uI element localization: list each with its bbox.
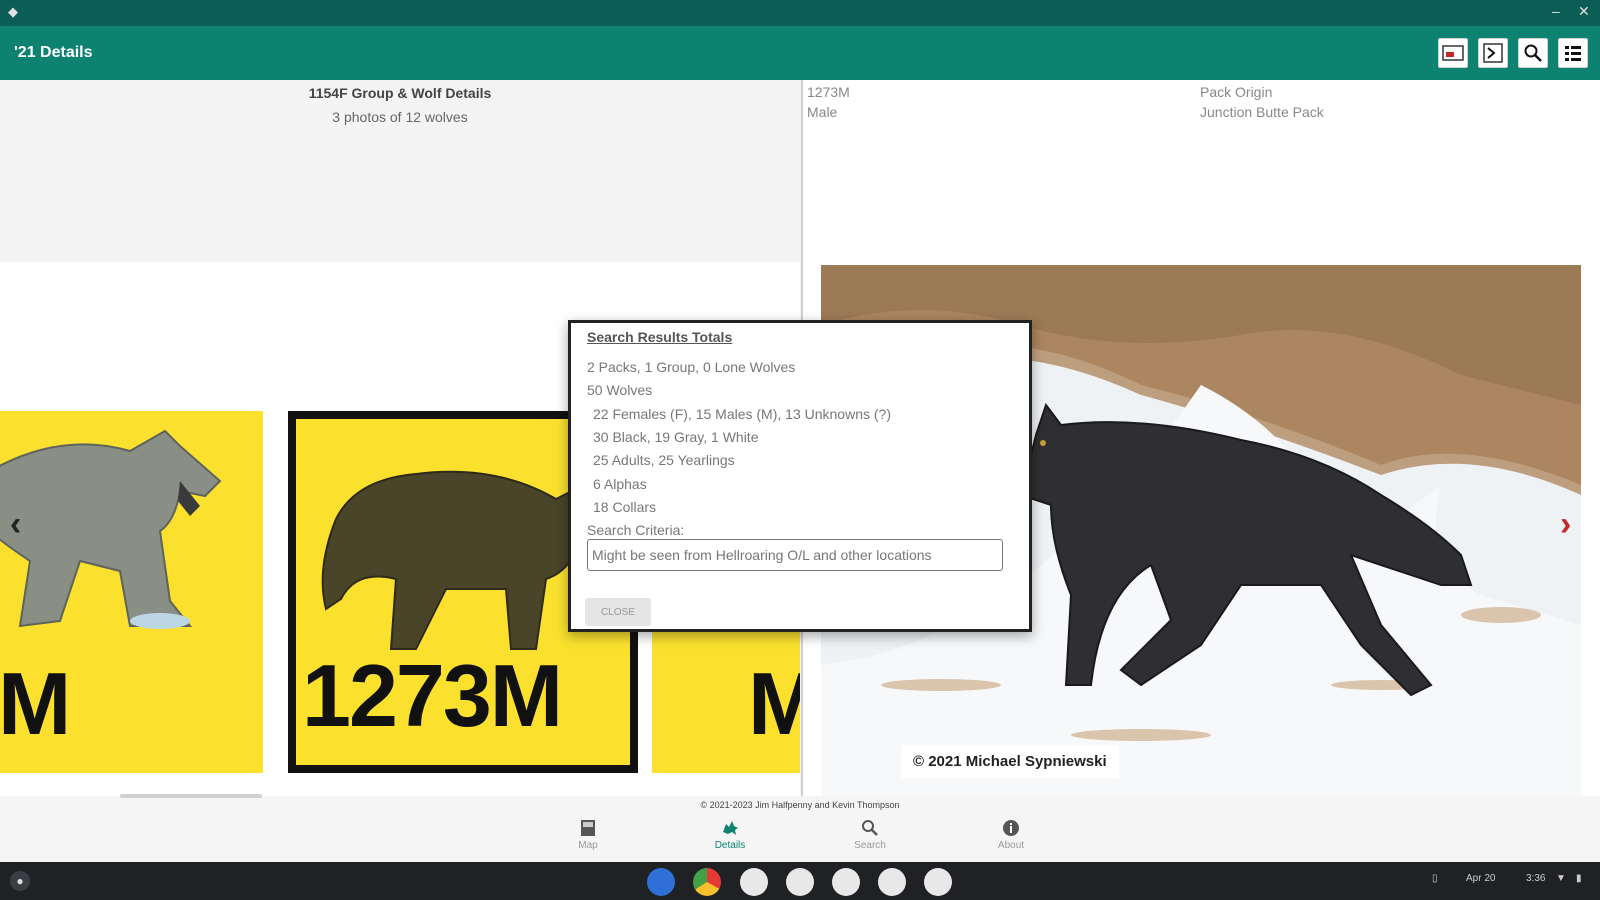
close-window-button[interactable]: ✕ (1578, 3, 1590, 20)
wifi-icon[interactable]: ▼ (1556, 873, 1566, 884)
nav-search-label: Search (854, 840, 886, 851)
window-back-icon[interactable]: ◆ (8, 4, 18, 20)
photo-credit: © 2021 Michael Sypniewski (901, 745, 1119, 778)
result-line: 2 Packs, 1 Group, 0 Lone Wolves (587, 359, 796, 375)
terminal-icon (1483, 43, 1503, 63)
map-pin-button[interactable] (1438, 38, 1468, 68)
carousel-scrollbar[interactable] (120, 794, 262, 798)
group-title: 1154F Group & Wolf Details (308, 85, 492, 101)
nav-search[interactable]: Search (825, 818, 915, 851)
app-icon[interactable] (878, 868, 906, 896)
nav-map-label: Map (578, 840, 598, 851)
map-pin-icon (1442, 45, 1464, 61)
nav-details[interactable]: Details (685, 818, 775, 851)
pack-origin-value: Junction Butte Pack (1200, 104, 1324, 120)
window-title-bar: ◆ – ✕ (0, 0, 1600, 26)
chrome-icon[interactable] (693, 868, 721, 896)
list-icon (1565, 46, 1581, 61)
pack-origin-label: Pack Origin (1200, 84, 1273, 100)
app-window: ◆ – ✕ '21 Details 1154F Group & Wolf Det… (0, 0, 1600, 900)
nav-map[interactable]: Map (543, 818, 633, 851)
tablet-icon[interactable]: ▯ (1432, 873, 1438, 884)
next-arrow-icon[interactable]: › (1560, 505, 1571, 544)
result-line: 30 Black, 19 Gray, 1 White (593, 429, 759, 445)
map-icon (581, 820, 595, 836)
terminal-button[interactable] (1478, 38, 1508, 68)
previous-arrow-icon[interactable]: ‹ (10, 505, 21, 544)
wolf-icon (723, 821, 738, 835)
wolf-card[interactable]: M (0, 411, 263, 773)
wolf-card-label: M (748, 654, 800, 753)
gray-wolf-image (0, 429, 222, 629)
list-button[interactable] (1558, 38, 1588, 68)
search-icon (862, 820, 878, 836)
wolf-identity: 1273M Male (807, 82, 850, 122)
group-subtitle: 3 photos of 12 wolves (332, 109, 468, 125)
settings-icon[interactable] (647, 868, 675, 896)
pack-origin: Pack Origin Junction Butte Pack (1200, 82, 1324, 122)
wolf-sex: Male (807, 104, 838, 120)
wolf-id: 1273M (807, 84, 850, 100)
clock-label[interactable]: 3:36 (1526, 873, 1545, 884)
result-line: 25 Adults, 25 Yearlings (593, 452, 735, 468)
date-label[interactable]: Apr 20 (1466, 873, 1495, 884)
copyright-text: © 2021-2023 Jim Halfpenny and Kevin Thom… (700, 800, 900, 810)
app-bar: '21 Details (0, 26, 1600, 80)
launcher-icon[interactable]: ● (10, 871, 30, 891)
result-line: 18 Collars (593, 499, 657, 515)
app-icon[interactable] (832, 868, 860, 896)
app-icon[interactable] (786, 868, 814, 896)
nav-about[interactable]: About (966, 818, 1056, 851)
nav-details-label: Details (714, 840, 746, 851)
wolf-card-label: 1273M (302, 646, 563, 745)
minimize-button[interactable]: – (1552, 3, 1560, 19)
app-icon[interactable] (924, 868, 952, 896)
app-title: '21 Details (14, 44, 93, 61)
search-criteria-field[interactable]: Might be seen from Hellroaring O/L and o… (587, 539, 1003, 571)
wolf-card-label: M (0, 654, 71, 753)
info-icon (1003, 820, 1019, 836)
criteria-label: Search Criteria: (587, 522, 685, 538)
close-button[interactable]: CLOSE (585, 598, 651, 626)
battery-icon[interactable]: ▮ (1576, 873, 1582, 884)
app-icon[interactable] (740, 868, 768, 896)
dialog-title: Search Results Totals (587, 329, 733, 345)
search-button[interactable] (1518, 38, 1548, 68)
result-line: 6 Alphas (593, 476, 647, 492)
result-line: 50 Wolves (587, 382, 653, 398)
group-info: 1154F Group & Wolf Details 3 photos of 1… (0, 80, 800, 262)
search-icon (1524, 44, 1542, 62)
nav-about-label: About (997, 840, 1025, 851)
search-results-dialog: Search Results Totals 2 Packs, 1 Group, … (568, 320, 1032, 632)
result-line: 22 Females (F), 15 Males (M), 13 Unknown… (593, 406, 891, 422)
system-shelf: ● ▯ Apr 20 3:36 ▼ ▮ (0, 862, 1600, 900)
